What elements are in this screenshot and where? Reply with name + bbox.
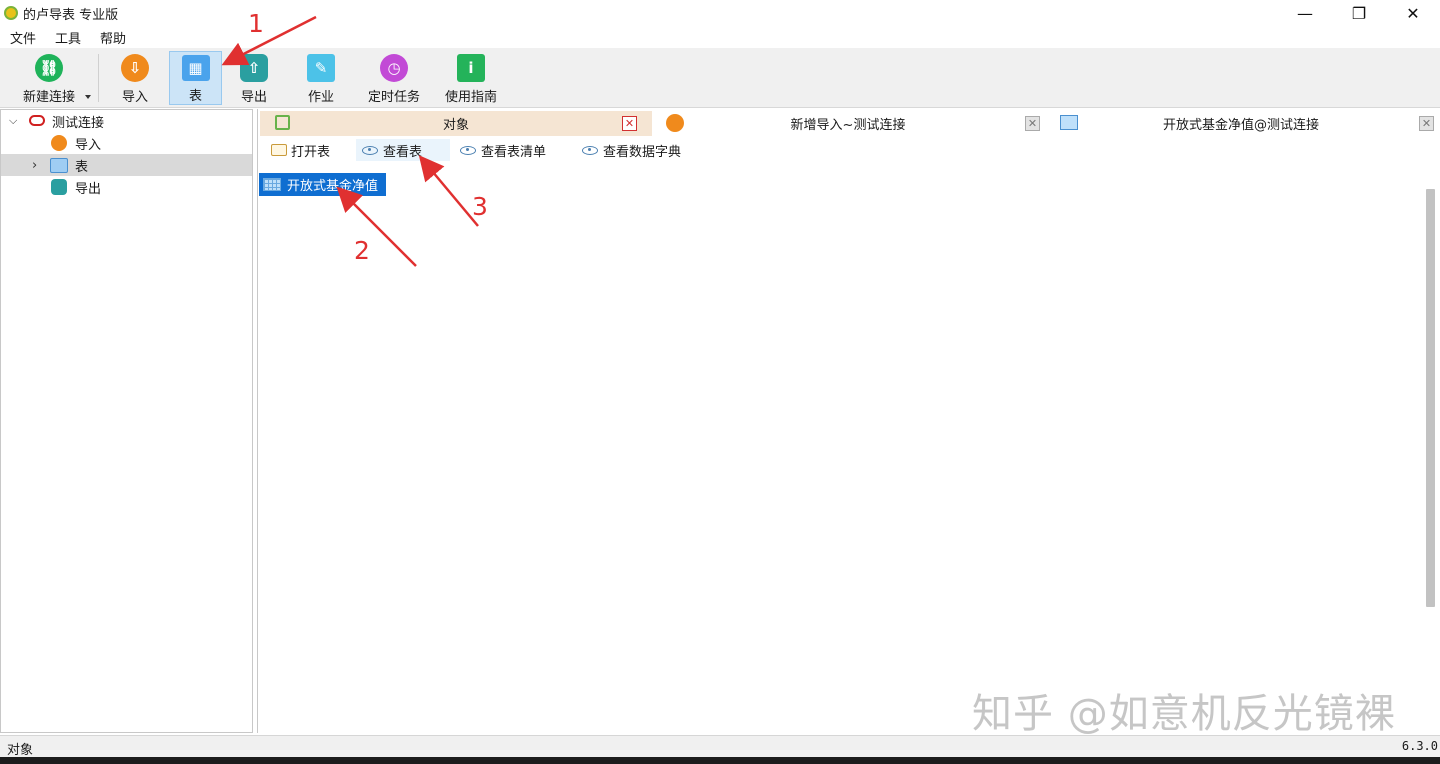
annotation-number-3: 3 — [472, 192, 488, 221]
open-table-label: 打开表 — [291, 144, 331, 160]
close-button[interactable]: ✕ — [1386, 0, 1440, 26]
job-icon: ✎ — [307, 54, 335, 82]
tab-objects[interactable]: 对象 ✕ — [260, 111, 652, 136]
tab-import-label: 新增导入~测试连接 — [790, 118, 906, 133]
menu-bar: 文件 工具 帮助 — [0, 26, 1440, 48]
tab-fund-label: 开放式基金净值@测试连接 — [1162, 118, 1319, 133]
tree-table-label: 表 — [75, 159, 89, 175]
view-table-label: 查看表 — [383, 144, 423, 160]
job-label: 作业 — [307, 90, 334, 105]
tab-fund-table[interactable]: 开放式基金净值@测试连接 ✕ — [1048, 111, 1434, 136]
export-icon — [51, 179, 67, 195]
import-icon: ⇩ — [121, 54, 149, 82]
toolbar-separator — [98, 54, 99, 102]
scrollbar-thumb[interactable] — [1426, 189, 1435, 607]
view-table-button[interactable]: 查看表 — [356, 139, 450, 161]
folder-icon — [271, 144, 287, 156]
menu-tools[interactable]: 工具 — [45, 28, 90, 47]
scheduled-task-label: 定时任务 — [367, 90, 420, 105]
watermark: 知乎 @如意机反光镜裸 — [972, 691, 1396, 737]
export-button[interactable]: ⇧ 导出 — [231, 51, 277, 105]
tab-objects-label: 对象 — [442, 118, 469, 133]
tree-export-label: 导出 — [75, 181, 102, 197]
tree-node-connection[interactable]: ⌵ 测试连接 — [1, 110, 252, 132]
view-table-list-button[interactable]: 查看表清单 — [458, 139, 546, 161]
main-panel: 对象 ✕ 新增导入~测试连接 ✕ 开放式基金净值@测试连接 ✕ 打开表 查看表 … — [257, 109, 1440, 733]
view-data-dictionary-button[interactable]: 查看数据字典 — [580, 139, 681, 161]
vertical-scrollbar[interactable] — [1423, 171, 1440, 732]
timer-icon: ◷ — [380, 54, 408, 82]
table-icon — [50, 158, 68, 173]
guide-icon: i — [457, 54, 485, 82]
restore-button[interactable]: ❐ — [1332, 0, 1386, 26]
import-icon — [51, 135, 67, 151]
new-connection-label: 新建连接 — [22, 90, 75, 105]
tab-bar: 对象 ✕ 新增导入~测试连接 ✕ 开放式基金净值@测试连接 ✕ — [258, 109, 1440, 136]
table-icon — [263, 178, 281, 191]
connection-tree: ⌵ 测试连接 导入 › 表 导出 — [0, 109, 253, 733]
status-text: 对象 — [7, 743, 34, 758]
minimize-button[interactable]: — — [1278, 0, 1332, 26]
eye-icon — [460, 145, 476, 155]
tree-node-export[interactable]: 导出 — [1, 176, 252, 198]
new-connection-dropdown-icon[interactable] — [85, 95, 91, 99]
user-guide-button[interactable]: i 使用指南 — [440, 51, 502, 105]
tree-node-table[interactable]: › 表 — [1, 154, 252, 176]
taskbar-strip — [0, 757, 1440, 764]
annotation-number-1: 1 — [248, 9, 264, 38]
version-text: 6.3.0 — [1401, 739, 1438, 753]
view-data-dictionary-label: 查看数据字典 — [603, 144, 682, 160]
close-icon[interactable]: ✕ — [622, 116, 637, 131]
export-icon: ⇧ — [240, 54, 268, 82]
tree-node-import[interactable]: 导入 — [1, 132, 252, 154]
app-logo-icon — [4, 6, 18, 20]
import-label: 导入 — [121, 90, 148, 105]
main-toolbar: ⛓ 新建连接 ⇩ 导入 ▦ 表 ⇧ 导出 ✎ 作业 ◷ 定时任务 i 使用指南 — [0, 48, 1440, 108]
annotation-number-2: 2 — [354, 236, 370, 265]
chevron-right-icon[interactable]: › — [32, 158, 37, 173]
tree-connection-label: 测试连接 — [52, 115, 105, 131]
scheduled-task-button[interactable]: ◷ 定时任务 — [362, 51, 426, 105]
eye-icon — [582, 145, 598, 155]
chevron-down-icon[interactable]: ⌵ — [9, 114, 17, 128]
close-icon[interactable]: ✕ — [1025, 116, 1040, 131]
object-list: 开放式基金净值 — [258, 171, 1423, 732]
tab-import[interactable]: 新增导入~测试连接 ✕ — [656, 111, 1040, 136]
view-table-list-label: 查看表清单 — [481, 144, 547, 160]
table-button[interactable]: ▦ 表 — [169, 51, 222, 105]
menu-file[interactable]: 文件 — [0, 28, 45, 47]
eye-icon — [362, 145, 378, 155]
job-button[interactable]: ✎ 作业 — [298, 51, 344, 105]
window-title: 的卢导表 专业版 — [23, 7, 119, 23]
import-button[interactable]: ⇩ 导入 — [112, 51, 158, 105]
status-bar: 对象 6.3.0 — [0, 735, 1440, 758]
window-controls: — ❐ ✕ — [1278, 0, 1440, 26]
new-connection-button[interactable]: ⛓ 新建连接 — [16, 51, 82, 105]
object-toolbar: 打开表 查看表 查看表清单 查看数据字典 — [258, 136, 1440, 164]
user-guide-label: 使用指南 — [444, 90, 497, 105]
export-label: 导出 — [240, 90, 267, 105]
title-bar: 的卢导表 专业版 — ❐ ✕ — [0, 0, 1440, 26]
link-icon: ⛓ — [35, 54, 63, 82]
table-icon: ▦ — [181, 55, 210, 81]
oracle-icon — [29, 115, 45, 126]
close-icon[interactable]: ✕ — [1419, 116, 1434, 131]
table-label: 表 — [188, 89, 202, 104]
menu-help[interactable]: 帮助 — [90, 28, 135, 47]
table-list-item[interactable]: 开放式基金净值 — [259, 173, 386, 196]
table-name: 开放式基金净值 — [287, 179, 379, 194]
open-table-button[interactable]: 打开表 — [267, 139, 334, 161]
tree-import-label: 导入 — [75, 137, 102, 153]
